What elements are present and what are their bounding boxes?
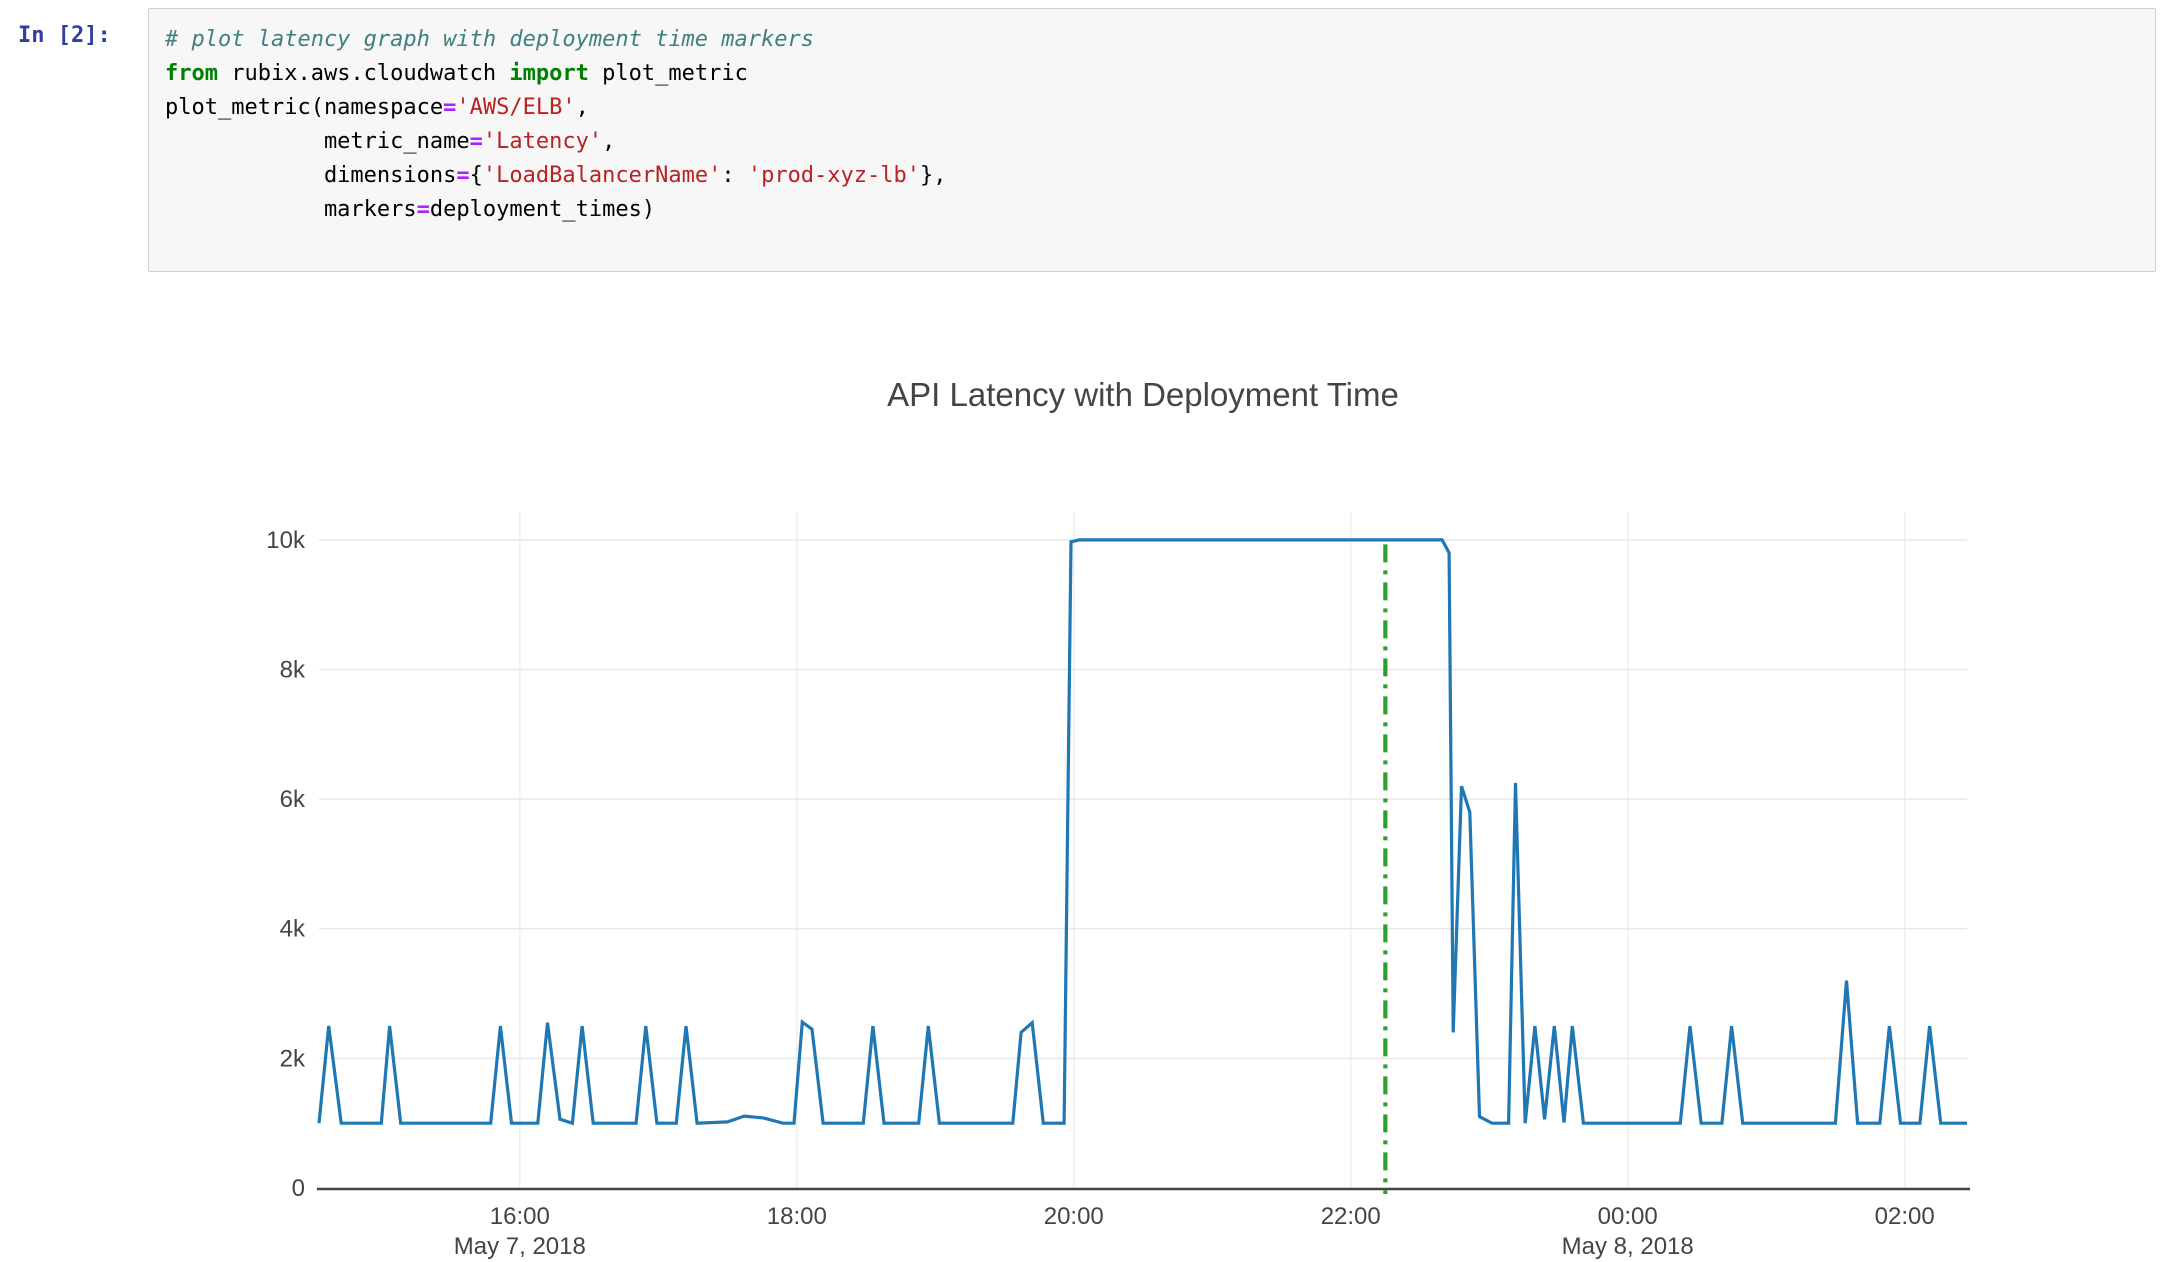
code-token: = — [417, 197, 430, 222]
code-token: }, — [920, 163, 947, 188]
code-token: deployment_times) — [430, 197, 655, 222]
x-tick-label: 16:00 — [490, 1203, 550, 1230]
code-token: = — [470, 129, 483, 154]
code-token: = — [443, 95, 456, 120]
y-tick-label: 6k — [280, 786, 306, 813]
code-token: = — [456, 163, 469, 188]
y-tick-label: 0 — [292, 1175, 305, 1202]
code-token: # plot latency graph with deployment tim… — [165, 27, 814, 52]
chart-title: API Latency with Deployment Time — [319, 376, 1967, 414]
y-tick-label: 10k — [266, 527, 306, 554]
code-token: plot_metric — [589, 61, 748, 86]
code-token: : — [721, 163, 748, 188]
input-prompt: In [2]: — [18, 8, 136, 48]
code-token: dimensions — [165, 163, 456, 188]
code-line: metric_name='Latency', — [165, 125, 2139, 159]
code-line: # plot latency graph with deployment tim… — [165, 23, 2139, 57]
code-token: markers — [165, 197, 417, 222]
latency-series-line — [319, 540, 1967, 1123]
latency-chart-canvas[interactable]: 0 2k 4k 6k 8k 10k 16:00 May 7, 2018 18:00 20:00 22… — [0, 430, 2172, 1262]
code-token: import — [509, 61, 588, 86]
code-token: , — [576, 95, 589, 120]
x-tick-label: 18:00 — [767, 1203, 827, 1230]
code-token: 'AWS/ELB' — [456, 95, 575, 120]
x-axis-date-label: May 7, 2018 — [454, 1233, 586, 1260]
y-tick-label: 4k — [280, 916, 306, 943]
code-line: from rubix.aws.cloudwatch import plot_me… — [165, 57, 2139, 91]
x-tick-label: 02:00 — [1875, 1203, 1935, 1230]
code-line: plot_metric(namespace='AWS/ELB', — [165, 91, 2139, 125]
x-tick-label: 00:00 — [1598, 1203, 1658, 1230]
code-token: 'LoadBalancerName' — [483, 163, 721, 188]
code-line: markers=deployment_times) — [165, 193, 2139, 227]
code-token: 'Latency' — [483, 129, 602, 154]
code-cell: In [2]: # plot latency graph with deploy… — [18, 8, 2156, 272]
code-token: { — [470, 163, 483, 188]
y-tick-label: 8k — [280, 656, 306, 683]
code-line: dimensions={'LoadBalancerName': 'prod-xy… — [165, 159, 2139, 193]
x-tick-label: 22:00 — [1321, 1203, 1381, 1230]
x-tick-label: 20:00 — [1044, 1203, 1104, 1230]
code-token: 'prod-xyz-lb' — [748, 163, 920, 188]
code-token: from — [165, 61, 218, 86]
code-token: metric_name — [165, 129, 470, 154]
code-token: plot_metric(namespace — [165, 95, 443, 120]
x-axis-date-label: May 8, 2018 — [1562, 1233, 1694, 1260]
code-editor[interactable]: # plot latency graph with deployment tim… — [148, 8, 2156, 272]
code-content: # plot latency graph with deployment tim… — [165, 23, 2139, 227]
y-tick-label: 2k — [280, 1045, 306, 1072]
code-token: rubix.aws.cloudwatch — [218, 61, 509, 86]
code-token: , — [602, 129, 615, 154]
notebook-page: In [2]: # plot latency graph with deploy… — [0, 0, 2172, 1262]
